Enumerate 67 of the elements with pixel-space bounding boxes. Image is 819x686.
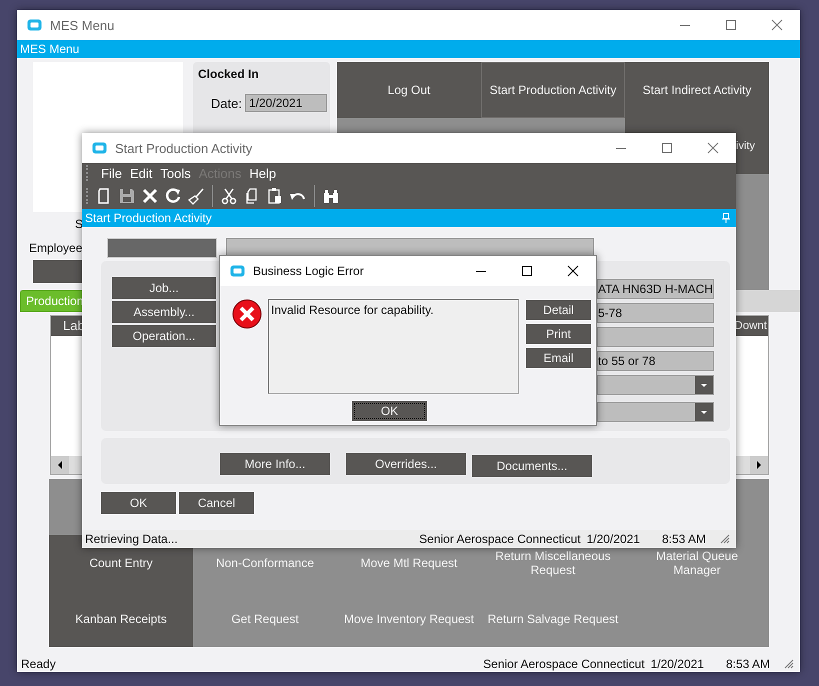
lookup-button[interactable]: Job... <box>112 277 216 299</box>
window-title: MES Menu <box>50 18 116 32</box>
resize-grip-icon[interactable] <box>720 534 730 544</box>
lookup-button[interactable]: Assembly... <box>112 301 216 323</box>
menu-item[interactable]: File <box>98 166 125 180</box>
message-box[interactable]: Invalid Resource for capability. <box>268 299 519 394</box>
app-icon <box>230 265 245 277</box>
maximize-icon[interactable] <box>521 265 533 277</box>
status-time: 8:53 AM <box>726 656 770 670</box>
resize-grip-icon[interactable] <box>784 658 794 668</box>
info-button[interactable]: Documents... <box>472 455 592 477</box>
right-arrow-icon[interactable] <box>756 461 762 469</box>
field-label: Employee <box>29 240 82 257</box>
status-message: Retrieving Data... <box>85 532 179 546</box>
refresh-icon[interactable] <box>164 187 182 205</box>
app-icon <box>92 142 107 154</box>
delete-icon[interactable] <box>141 187 159 205</box>
menu-item[interactable]: Help <box>246 166 280 180</box>
date-label: Date: <box>210 96 242 110</box>
date-field[interactable]: 1/20/2021 <box>245 94 327 112</box>
input-field[interactable] <box>107 238 217 258</box>
clock-heading: Clocked In <box>198 67 259 81</box>
menu-tile[interactable]: Kanban Receipts <box>49 591 193 647</box>
status-time: 8:53 AM <box>662 532 706 546</box>
dropdown[interactable] <box>597 402 714 422</box>
dialog-button[interactable]: Print <box>526 324 591 344</box>
ok-button[interactable]: OK <box>352 401 427 421</box>
status-company: Senior Aerospace Connecticut <box>483 656 645 670</box>
dialog-button[interactable]: Email <box>526 348 591 368</box>
status-date: 1/20/2021 <box>650 656 704 670</box>
input-field[interactable] <box>597 327 714 347</box>
window-title: Start Production Activity <box>115 140 254 156</box>
info-button[interactable]: Overrides... <box>346 453 466 475</box>
info-button[interactable]: More Info... <box>220 453 330 475</box>
pin-icon[interactable] <box>722 213 730 223</box>
dialog-button[interactable]: Detail <box>526 300 591 320</box>
brush-icon[interactable] <box>187 187 205 205</box>
status-message: Ready <box>21 656 57 670</box>
banner-title: Start Production Activity <box>85 211 212 225</box>
column-header[interactable]: Downt <box>734 316 768 336</box>
input-field[interactable]: ATA HN63D H-MACH <box>597 279 714 299</box>
dialog-button[interactable]: OK <box>101 492 176 514</box>
save-icon[interactable] <box>118 187 136 205</box>
dropdown[interactable] <box>597 375 714 395</box>
binoculars-icon[interactable] <box>322 187 340 205</box>
paste-icon[interactable] <box>266 187 284 205</box>
input-field[interactable]: to 55 or 78 <box>597 351 714 371</box>
app-icon <box>27 19 42 31</box>
dialog-button[interactable]: Cancel <box>179 492 254 514</box>
menu-tile[interactable]: Start Production Activity <box>481 62 625 118</box>
dialog-title: Business Logic Error <box>253 264 365 278</box>
field-label: S <box>75 216 84 233</box>
menu-item[interactable]: Edit <box>126 166 156 180</box>
error-icon <box>232 299 262 329</box>
window-banner: MES Menu <box>17 40 800 58</box>
lookup-button[interactable]: Operation... <box>112 325 216 347</box>
menu-tile[interactable]: Start Indirect Activity <box>625 62 769 118</box>
input-field[interactable]: 5-78 <box>597 303 714 323</box>
close-icon[interactable] <box>567 265 579 277</box>
caret-icon[interactable] <box>701 384 707 386</box>
cut-icon[interactable] <box>220 187 238 205</box>
menu-tile[interactable]: Log Out <box>337 62 481 118</box>
left-arrow-icon[interactable] <box>57 461 63 469</box>
scroll-right-button[interactable] <box>750 456 768 474</box>
scroll-left-button[interactable] <box>51 456 69 474</box>
menu-item[interactable]: Tools <box>157 166 194 180</box>
caret-icon[interactable] <box>701 410 707 414</box>
